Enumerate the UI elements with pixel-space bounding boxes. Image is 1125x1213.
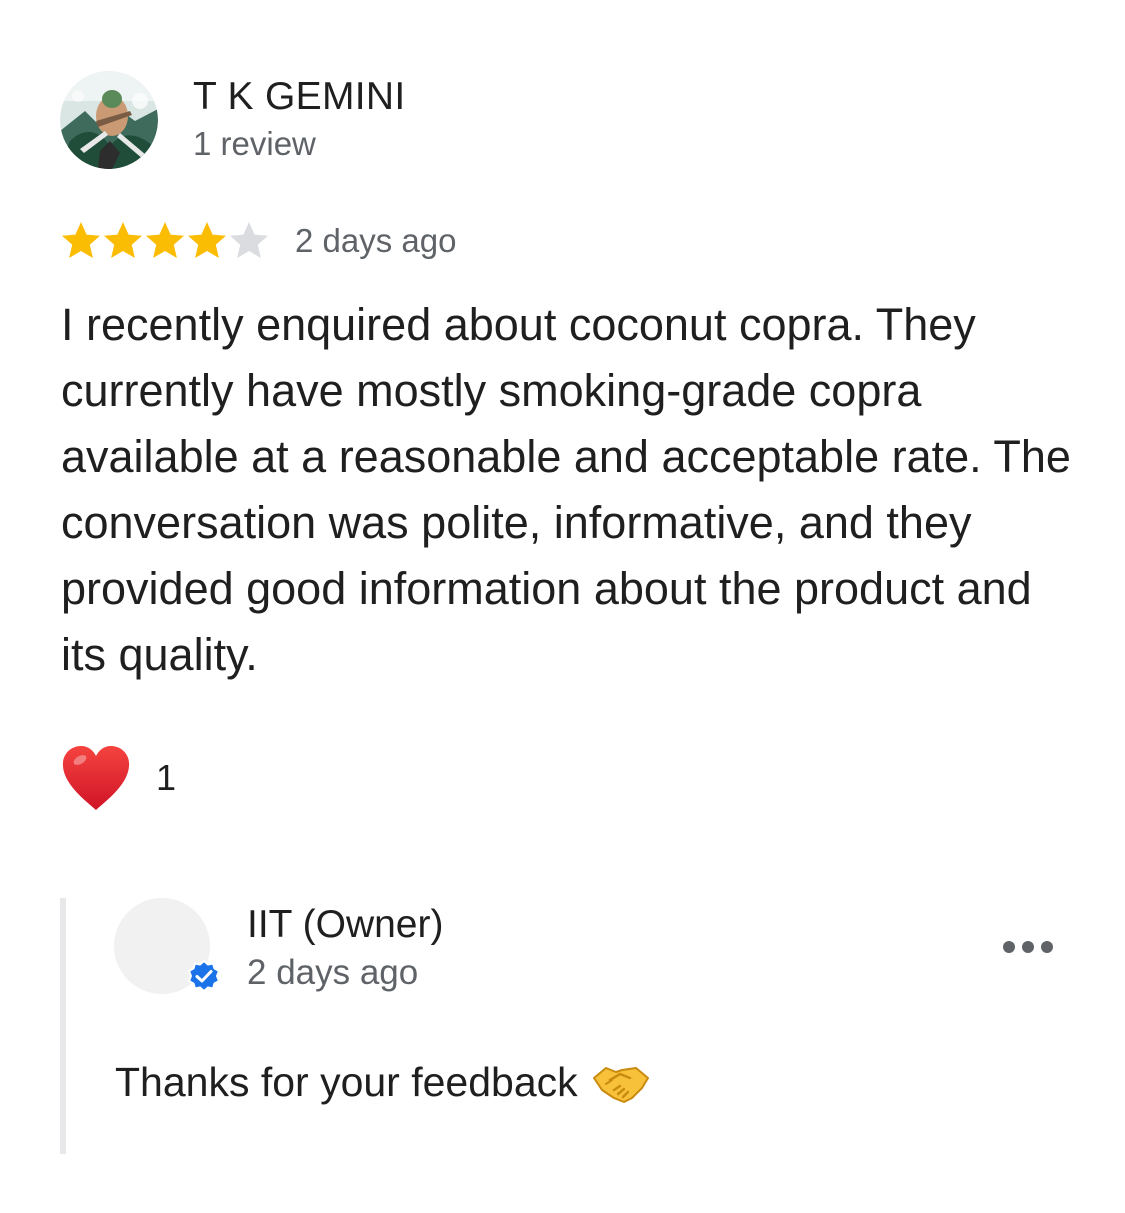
- reviewer-review-count: 1 review: [193, 125, 316, 162]
- star-rating: [60, 219, 270, 263]
- reaction-count: 1: [156, 757, 177, 798]
- heart-icon: [62, 746, 130, 810]
- owner-reply: Thanks for your feedback: [115, 1056, 650, 1108]
- handshake-icon: [592, 1067, 649, 1103]
- star-filled-icon: [62, 222, 100, 258]
- reviewer-name[interactable]: T K GEMINI: [193, 74, 405, 120]
- more-options-icon: [1003, 941, 1053, 953]
- star-filled-icon: [104, 222, 142, 258]
- review-text: I recently enquired about coconut copra.…: [61, 299, 1071, 680]
- reaction-button[interactable]: [60, 742, 132, 814]
- star-empty-icon: [230, 222, 268, 258]
- reviewer-avatar-image: [60, 71, 158, 169]
- more-options-button[interactable]: [996, 926, 1060, 968]
- verified-badge-icon: [187, 959, 221, 993]
- owner-reply-date: 2 days ago: [247, 953, 419, 992]
- star-filled-icon: [188, 222, 226, 258]
- reply-divider: [60, 898, 66, 1154]
- owner-reply-text: Thanks for your feedback: [115, 1059, 578, 1105]
- owner-name[interactable]: IIT (Owner): [247, 902, 443, 948]
- reviewer-avatar[interactable]: [60, 71, 158, 169]
- star-filled-icon: [146, 222, 184, 258]
- review-date: 2 days ago: [295, 222, 457, 259]
